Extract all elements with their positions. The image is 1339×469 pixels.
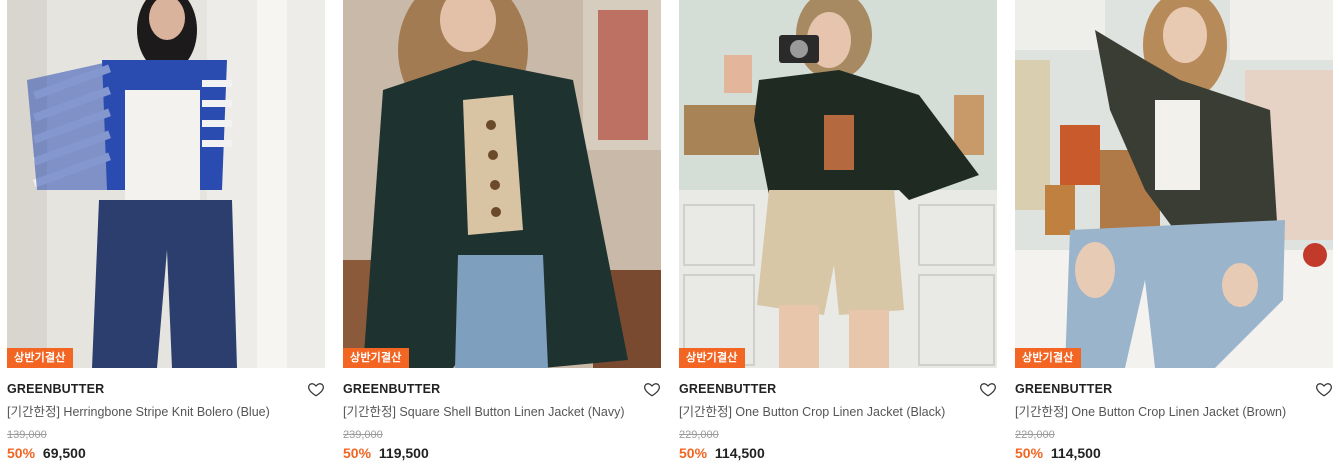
brand-row: GREENBUTTER xyxy=(1015,381,1333,403)
product-name[interactable]: [기간한정] Herringbone Stripe Knit Bolero (B… xyxy=(7,404,325,420)
promo-badge: 상반기결산 xyxy=(1015,348,1081,368)
brand-name[interactable]: GREENBUTTER xyxy=(343,381,661,397)
promo-badge: 상반기결산 xyxy=(343,348,409,368)
product-image[interactable]: 상반기결산 xyxy=(343,0,661,368)
product-name[interactable]: [기간한정] Square Shell Button Linen Jacket … xyxy=(343,404,661,420)
price-row: 50% 114,500 xyxy=(679,444,997,462)
product-name[interactable]: [기간한정] One Button Crop Linen Jacket (Bla… xyxy=(679,404,997,420)
brand-row: GREENBUTTER xyxy=(343,381,661,403)
heart-outline-icon[interactable] xyxy=(1315,380,1333,398)
brand-name[interactable]: GREENBUTTER xyxy=(1015,381,1333,397)
discount-rate: 50% xyxy=(7,445,36,461)
sale-price: 119,500 xyxy=(378,445,429,461)
product-name[interactable]: [기간한정] One Button Crop Linen Jacket (Bro… xyxy=(1015,404,1333,420)
discount-rate: 50% xyxy=(679,445,708,461)
product-grid: 상반기결산 GREENBUTTER [기간한정] Herringbone Str… xyxy=(0,0,1339,469)
brand-name[interactable]: GREENBUTTER xyxy=(7,381,325,397)
heart-outline-icon[interactable] xyxy=(307,380,325,398)
sale-price: 114,500 xyxy=(714,445,765,461)
price-row: 50% 119,500 xyxy=(343,444,661,462)
product-image[interactable]: 상반기결산 xyxy=(1015,0,1333,368)
discount-rate: 50% xyxy=(343,445,372,461)
original-price: 229,000 xyxy=(679,429,719,441)
sale-price: 114,500 xyxy=(1050,445,1101,461)
promo-badge: 상반기결산 xyxy=(7,348,73,368)
product-image[interactable]: 상반기결산 xyxy=(679,0,997,368)
product-image[interactable]: 상반기결산 xyxy=(7,0,325,368)
brand-row: GREENBUTTER xyxy=(679,381,997,403)
brand-row: GREENBUTTER xyxy=(7,381,325,403)
product-card[interactable]: 상반기결산 GREENBUTTER [기간한정] Herringbone Str… xyxy=(7,0,325,469)
sale-price: 69,500 xyxy=(42,445,86,461)
price-row: 50% 69,500 xyxy=(7,444,325,462)
discount-rate: 50% xyxy=(1015,445,1044,461)
product-card[interactable]: 상반기결산 GREENBUTTER [기간한정] One Button Crop… xyxy=(679,0,997,469)
original-price: 229,000 xyxy=(1015,429,1055,441)
product-card[interactable]: 상반기결산 GREENBUTTER [기간한정] Square Shell Bu… xyxy=(343,0,661,469)
original-price: 139,000 xyxy=(7,429,47,441)
product-card[interactable]: 상반기결산 GREENBUTTER [기간한정] One Button Crop… xyxy=(1015,0,1333,469)
heart-outline-icon[interactable] xyxy=(643,380,661,398)
price-row: 50% 114,500 xyxy=(1015,444,1333,462)
original-price: 239,000 xyxy=(343,429,383,441)
promo-badge: 상반기결산 xyxy=(679,348,745,368)
brand-name[interactable]: GREENBUTTER xyxy=(679,381,997,397)
heart-outline-icon[interactable] xyxy=(979,380,997,398)
